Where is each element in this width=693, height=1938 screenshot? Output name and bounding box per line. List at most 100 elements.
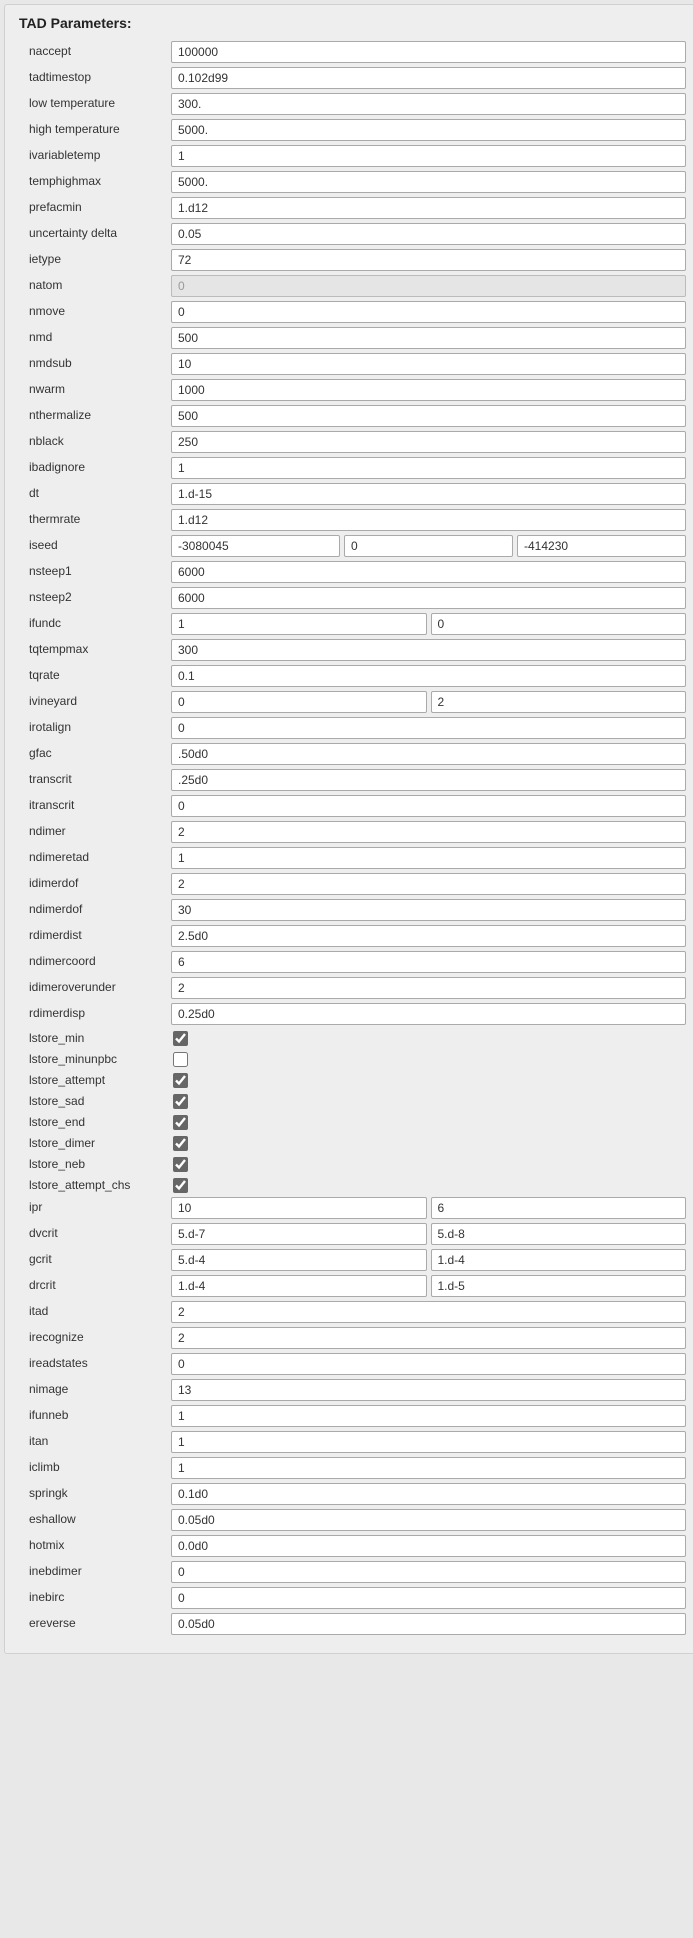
label-lstore_dimer: lstore_dimer: [19, 1137, 171, 1150]
checkbox-lstore_sad[interactable]: [173, 1094, 188, 1109]
input-idimeroverunder[interactable]: [171, 977, 686, 999]
checkbox-lstore_neb[interactable]: [173, 1157, 188, 1172]
inputs-ndimercoord: [171, 951, 686, 973]
input-ifundc-1[interactable]: [431, 613, 687, 635]
checkbox-lstore_attempt_chs[interactable]: [173, 1178, 188, 1193]
input-naccept[interactable]: [171, 41, 686, 63]
input-drcrit-0[interactable]: [171, 1275, 427, 1297]
input-thermrate[interactable]: [171, 509, 686, 531]
inputs-gcrit: [171, 1249, 686, 1271]
param-row-lstore_min: lstore_min: [19, 1029, 686, 1048]
input-dt[interactable]: [171, 483, 686, 505]
input-ifundc-0[interactable]: [171, 613, 427, 635]
input-ietype[interactable]: [171, 249, 686, 271]
input-transcrit[interactable]: [171, 769, 686, 791]
input-hotmix[interactable]: [171, 1535, 686, 1557]
input-itad[interactable]: [171, 1301, 686, 1323]
checkbox-lstore_minunpbc[interactable]: [173, 1052, 188, 1067]
label-ifundc: ifundc: [19, 617, 171, 630]
input-ndimerdof[interactable]: [171, 899, 686, 921]
input-temphighmax[interactable]: [171, 171, 686, 193]
input-tqtempmax[interactable]: [171, 639, 686, 661]
input-iclimb[interactable]: [171, 1457, 686, 1479]
input-eshallow[interactable]: [171, 1509, 686, 1531]
input-ibadignore[interactable]: [171, 457, 686, 479]
checkbox-lstore_end[interactable]: [173, 1115, 188, 1130]
input-ifunneb[interactable]: [171, 1405, 686, 1427]
inputs-natom: [171, 275, 686, 297]
input-ndimercoord[interactable]: [171, 951, 686, 973]
param-row-ifunneb: ifunneb: [19, 1405, 686, 1427]
input-nimage[interactable]: [171, 1379, 686, 1401]
input-tadtimestop[interactable]: [171, 67, 686, 89]
label-inebirc: inebirc: [19, 1591, 171, 1604]
input-ereverse[interactable]: [171, 1613, 686, 1635]
input-ipr-0[interactable]: [171, 1197, 427, 1219]
input-prefacmin[interactable]: [171, 197, 686, 219]
input-inebirc[interactable]: [171, 1587, 686, 1609]
inputs-springk: [171, 1483, 686, 1505]
input-ivineyard-1[interactable]: [431, 691, 687, 713]
input-iseed-0[interactable]: [171, 535, 340, 557]
input-nsteep2[interactable]: [171, 587, 686, 609]
input-dvcrit-1[interactable]: [431, 1223, 687, 1245]
inputs-ipr: [171, 1197, 686, 1219]
input-dvcrit-0[interactable]: [171, 1223, 427, 1245]
inputs-rdimerdist: [171, 925, 686, 947]
inputs-lstore_minunpbc: [171, 1052, 686, 1067]
input-itranscrit[interactable]: [171, 795, 686, 817]
input-ivariabletemp[interactable]: [171, 145, 686, 167]
input-nsteep1[interactable]: [171, 561, 686, 583]
label-natom: natom: [19, 279, 171, 292]
input-nthermalize[interactable]: [171, 405, 686, 427]
label-high-temperature: high temperature: [19, 123, 171, 136]
input-nmd[interactable]: [171, 327, 686, 349]
input-low-temperature[interactable]: [171, 93, 686, 115]
checkbox-lstore_dimer[interactable]: [173, 1136, 188, 1151]
param-row-temphighmax: temphighmax: [19, 171, 686, 193]
input-high-temperature[interactable]: [171, 119, 686, 141]
label-ereverse: ereverse: [19, 1617, 171, 1630]
input-iseed-1[interactable]: [344, 535, 513, 557]
param-row-inebirc: inebirc: [19, 1587, 686, 1609]
param-row-springk: springk: [19, 1483, 686, 1505]
input-drcrit-1[interactable]: [431, 1275, 687, 1297]
checkbox-lstore_min[interactable]: [173, 1031, 188, 1046]
input-gfac[interactable]: [171, 743, 686, 765]
label-ndimerdof: ndimerdof: [19, 903, 171, 916]
input-gcrit-0[interactable]: [171, 1249, 427, 1271]
param-row-naccept: naccept: [19, 41, 686, 63]
checkbox-lstore_attempt[interactable]: [173, 1073, 188, 1088]
label-idimeroverunder: idimeroverunder: [19, 981, 171, 994]
input-iseed-2[interactable]: [517, 535, 686, 557]
input-itan[interactable]: [171, 1431, 686, 1453]
input-ndimeretad[interactable]: [171, 847, 686, 869]
input-ndimer[interactable]: [171, 821, 686, 843]
label-gfac: gfac: [19, 747, 171, 760]
input-ireadstates[interactable]: [171, 1353, 686, 1375]
label-lstore_neb: lstore_neb: [19, 1158, 171, 1171]
param-row-nthermalize: nthermalize: [19, 405, 686, 427]
inputs-nmdsub: [171, 353, 686, 375]
param-row-nwarm: nwarm: [19, 379, 686, 401]
input-irotalign[interactable]: [171, 717, 686, 739]
input-inebdimer[interactable]: [171, 1561, 686, 1583]
input-uncertainty-delta[interactable]: [171, 223, 686, 245]
input-nmdsub[interactable]: [171, 353, 686, 375]
input-tqrate[interactable]: [171, 665, 686, 687]
inputs-ietype: [171, 249, 686, 271]
input-nwarm[interactable]: [171, 379, 686, 401]
input-ivineyard-0[interactable]: [171, 691, 427, 713]
input-gcrit-1[interactable]: [431, 1249, 687, 1271]
input-nblack[interactable]: [171, 431, 686, 453]
input-rdimerdist[interactable]: [171, 925, 686, 947]
inputs-thermrate: [171, 509, 686, 531]
input-rdimerdisp[interactable]: [171, 1003, 686, 1025]
input-ipr-1[interactable]: [431, 1197, 687, 1219]
param-row-lstore_dimer: lstore_dimer: [19, 1134, 686, 1153]
input-idimerdof[interactable]: [171, 873, 686, 895]
input-nmove[interactable]: [171, 301, 686, 323]
input-springk[interactable]: [171, 1483, 686, 1505]
param-row-ivariabletemp: ivariabletemp: [19, 145, 686, 167]
input-irecognize[interactable]: [171, 1327, 686, 1349]
